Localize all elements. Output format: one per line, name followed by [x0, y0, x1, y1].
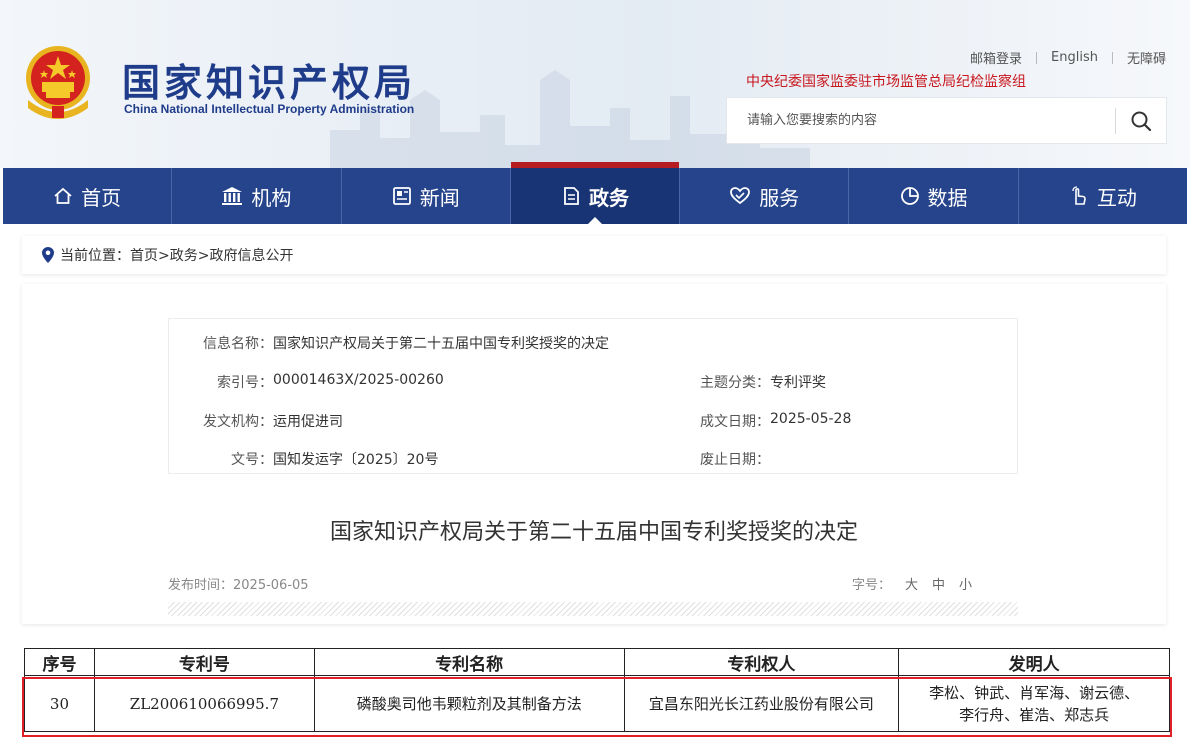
patent-table: 序号 专利号 专利名称 专利权人 发明人 30 ZL200610066995.7… [24, 648, 1170, 732]
search-input[interactable] [727, 98, 1115, 143]
accessibility-link[interactable]: 无障碍 [1113, 48, 1166, 67]
cell-inventors: 李松、钟武、肖军海、谢云德、 李行舟、崔浩、郑志兵 [898, 675, 1170, 732]
doc-no-label: 文号： [231, 452, 273, 468]
supervise-link[interactable]: 中央纪委国家监委驻市场监管总局纪检监察组 [746, 71, 1026, 91]
breadcrumb-text[interactable]: 当前位置：首页>政务>政府信息公开 [60, 245, 293, 265]
nav-item-government[interactable]: 政务 [510, 162, 681, 224]
national-emblem-icon [26, 46, 90, 119]
index-value: 00001463X/2025-00260 [273, 372, 444, 388]
divider [168, 602, 1018, 616]
nav-item-institution[interactable]: 机构 [172, 168, 342, 224]
nav-item-label: 数据 [927, 185, 968, 210]
column-header-holder: 专利权人 [623, 648, 900, 676]
meta-row-topic: 主题分类： 专利评奖 [700, 372, 826, 392]
inventors-line: 李松、钟武、肖军海、谢云德、 [929, 683, 1140, 702]
search-icon [1131, 111, 1152, 131]
breadcrumb: 当前位置：首页>政务>政府信息公开 [22, 236, 1166, 274]
column-header-patent-name: 专利名称 [313, 648, 625, 676]
top-links: 邮箱登录 English 无障碍 [956, 48, 1166, 67]
nav-item-label: 新闻 [419, 185, 460, 210]
publish-time: 发布时间：2025-06-05 [168, 578, 309, 593]
article-title: 国家知识产权局关于第二十五届中国专利奖授奖的决定 [329, 520, 858, 545]
english-link[interactable]: English [1037, 50, 1112, 65]
info-meta-box: 信息名称： 国家知识产权局关于第二十五届中国专利奖授奖的决定 索引号： 0000… [168, 318, 1018, 474]
location-pin-icon [42, 247, 54, 263]
meta-row-date: 成文日期： 2025-05-28 [700, 411, 851, 431]
font-size-label: 字号： [852, 578, 892, 593]
meta-row-info-name: 信息名称： 国家知识产权局关于第二十五届中国专利奖授奖的决定 [203, 333, 609, 353]
interact-icon [1069, 186, 1089, 206]
site-name-cn: 国家知识产权局 [122, 61, 417, 105]
service-icon [729, 186, 751, 206]
nav-item-home[interactable]: 首页 [3, 168, 173, 224]
column-header-seq: 序号 [24, 648, 95, 676]
nav-item-service[interactable]: 服务 [680, 168, 850, 224]
issuer-label: 发文机构： [203, 414, 273, 430]
data-icon [900, 186, 920, 206]
document-icon [561, 186, 581, 206]
column-header-inventors: 发明人 [898, 648, 1170, 676]
site-header: 国家知识产权局 China National Intellectual Prop… [0, 0, 1190, 168]
nav-item-label: 机构 [251, 185, 292, 210]
meta-row-abolish: 废止日期： [700, 449, 770, 469]
nav-item-news[interactable]: 新闻 [342, 168, 511, 224]
table-header-row: 序号 专利号 专利名称 专利权人 发明人 [24, 648, 1170, 676]
nav-item-label: 政务 [588, 185, 629, 210]
index-label: 索引号： [217, 375, 273, 391]
article-card: 信息名称： 国家知识产权局关于第二十五届中国专利奖授奖的决定 索引号： 0000… [22, 284, 1166, 624]
meta-row-index: 索引号： 00001463X/2025-00260 [217, 372, 444, 392]
date-value: 2025-05-28 [770, 411, 852, 427]
news-icon [392, 186, 412, 206]
issuer-value: 运用促进司 [273, 414, 343, 430]
search-button[interactable] [1116, 98, 1166, 143]
info-name-label: 信息名称： [203, 336, 273, 352]
doc-no-value: 国知发运字〔2025〕20号 [273, 452, 439, 468]
nav-item-label: 首页 [81, 185, 122, 210]
site-name-en: China National Intellectual Property Adm… [124, 102, 415, 116]
cell-holder: 宜昌东阳光长江药业股份有限公司 [623, 675, 900, 732]
table-row: 30 ZL200610066995.7 磷酸奥司他韦颗粒剂及其制备方法 宜昌东阳… [24, 675, 1170, 732]
nav-item-interact[interactable]: 互动 [1019, 168, 1187, 224]
meta-row-issuer: 发文机构： 运用促进司 [203, 411, 343, 431]
cell-seq: 30 [24, 675, 95, 732]
nav-item-data[interactable]: 数据 [849, 168, 1019, 224]
font-size-medium-button[interactable]: 中 [932, 574, 945, 593]
topic-label: 主题分类： [700, 375, 770, 391]
search-box [726, 97, 1167, 144]
column-header-patent-no: 专利号 [93, 648, 315, 676]
inventors-line: 李行舟、崔浩、郑志兵 [959, 705, 1110, 724]
date-label: 成文日期： [700, 414, 770, 430]
info-name-value: 国家知识产权局关于第二十五届中国专利奖授奖的决定 [273, 336, 609, 352]
institution-icon [221, 186, 243, 206]
cell-patent-name: 磷酸奥司他韦颗粒剂及其制备方法 [313, 675, 625, 732]
font-size-small-button[interactable]: 小 [959, 574, 972, 593]
font-size-control: 字号： 大 中 小 [852, 574, 972, 593]
nav-item-label: 互动 [1096, 185, 1137, 210]
font-size-large-button[interactable]: 大 [905, 574, 918, 593]
cell-patent-no: ZL200610066995.7 [93, 675, 315, 732]
home-icon [53, 186, 73, 206]
topic-value: 专利评奖 [770, 375, 826, 391]
main-nav: 首页 机构 新闻 政务 服务 数据 互动 [3, 162, 1187, 224]
abolish-label: 废止日期： [700, 452, 770, 468]
meta-row-doc-no: 文号： 国知发运字〔2025〕20号 [231, 449, 438, 469]
nav-item-label: 服务 [759, 185, 800, 210]
mail-login-link[interactable]: 邮箱登录 [956, 48, 1036, 67]
